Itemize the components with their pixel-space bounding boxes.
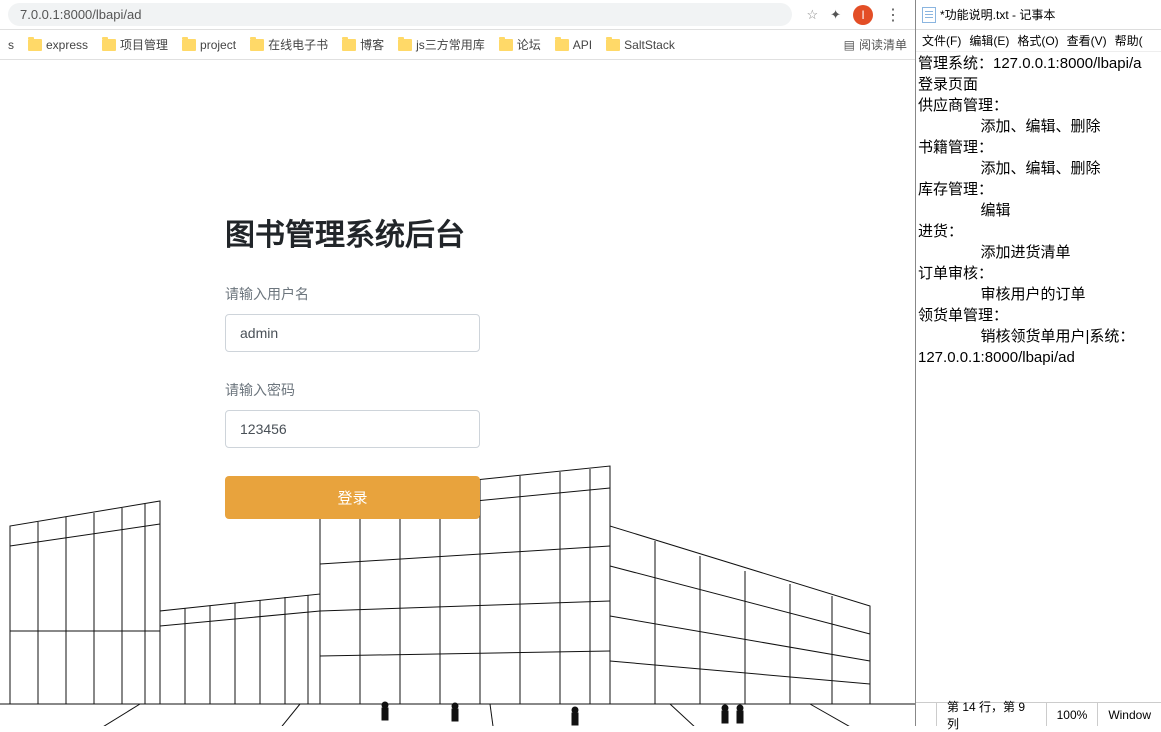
menu-format[interactable]: 格式(O) [1013, 32, 1062, 49]
document-icon [922, 7, 936, 23]
browser-address-bar: 7.0.0.1:8000/lbapi/ad ☆ ✦ I ⋮ [0, 0, 915, 30]
folder-icon [28, 39, 42, 51]
menu-file[interactable]: 文件(F) [918, 32, 965, 49]
folder-icon [499, 39, 513, 51]
notepad-title-text: *功能说明.txt - 记事本 [940, 6, 1055, 23]
bookmark-item[interactable]: express [28, 38, 88, 52]
url-input[interactable]: 7.0.0.1:8000/lbapi/ad [8, 3, 792, 26]
bookmark-star-icon[interactable]: ☆ [806, 7, 818, 23]
notepad-menu-bar: 文件(F) 编辑(E) 格式(O) 查看(V) 帮助( [916, 30, 1161, 52]
menu-edit[interactable]: 编辑(E) [965, 32, 1013, 49]
notepad-content[interactable]: 管理系统：127.0.0.1:8000/lbapi/a 登录页面 供应商管理： … [916, 52, 1161, 702]
bookmark-item[interactable]: 在线电子书 [250, 36, 328, 53]
bookmarks-bar: s express 项目管理 project 在线电子书 博客 js三方常用库 … [0, 30, 915, 60]
bookmark-item[interactable]: API [555, 38, 592, 52]
menu-view[interactable]: 查看(V) [1063, 32, 1111, 49]
status-os: Window [1097, 703, 1161, 726]
extensions-icon[interactable]: ✦ [830, 7, 841, 23]
username-label: 请输入用户名 [225, 284, 505, 304]
browser-menu-icon[interactable]: ⋮ [885, 5, 901, 25]
notepad-titlebar: *功能说明.txt - 记事本 [916, 0, 1161, 30]
bookmark-item[interactable]: 论坛 [499, 36, 541, 53]
bookmark-item[interactable]: SaltStack [606, 38, 675, 52]
login-button[interactable]: 登录 [225, 476, 480, 519]
bookmark-item[interactable]: 博客 [342, 36, 384, 53]
profile-avatar[interactable]: I [853, 5, 873, 25]
folder-icon [606, 39, 620, 51]
folder-icon [250, 39, 264, 51]
reading-list-button[interactable]: ▤阅读清单 [844, 36, 907, 53]
status-cursor-position: 第 14 行，第 9 列 [936, 703, 1046, 726]
password-label: 请输入密码 [225, 380, 505, 400]
browser-window: 7.0.0.1:8000/lbapi/ad ☆ ✦ I ⋮ s express … [0, 0, 915, 726]
bookmark-item[interactable]: s [8, 38, 14, 52]
status-zoom: 100% [1046, 703, 1098, 726]
bookmark-item[interactable]: project [182, 38, 236, 52]
folder-icon [342, 39, 356, 51]
notepad-window: *功能说明.txt - 记事本 文件(F) 编辑(E) 格式(O) 查看(V) … [915, 0, 1161, 726]
folder-icon [398, 39, 412, 51]
notepad-status-bar: 第 14 行，第 9 列 100% Window [916, 702, 1161, 726]
menu-help[interactable]: 帮助( [1111, 32, 1147, 49]
browser-page-body: 图书管理系统后台 请输入用户名 请输入密码 登录 [0, 60, 915, 726]
password-input[interactable] [225, 410, 480, 448]
folder-icon [102, 39, 116, 51]
username-input[interactable] [225, 314, 480, 352]
bookmark-item[interactable]: js三方常用库 [398, 36, 485, 53]
page-title: 图书管理系统后台 [225, 210, 505, 254]
login-panel: 图书管理系统后台 请输入用户名 请输入密码 登录 [225, 210, 505, 519]
bookmark-item[interactable]: 项目管理 [102, 36, 168, 53]
folder-icon [555, 39, 569, 51]
list-icon: ▤ [844, 38, 855, 52]
folder-icon [182, 39, 196, 51]
